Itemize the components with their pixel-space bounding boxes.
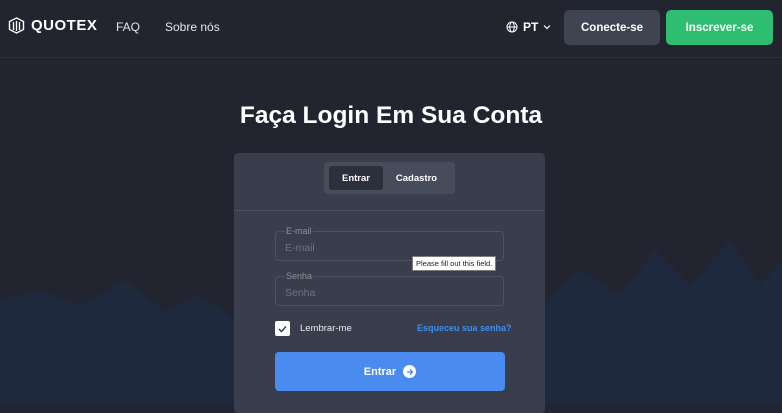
language-selector[interactable]: PT bbox=[506, 20, 551, 34]
logo-text: QUOTEX bbox=[31, 17, 98, 34]
signup-button[interactable]: Inscrever-se bbox=[666, 10, 773, 45]
login-button[interactable]: Entrar bbox=[275, 352, 505, 391]
tab-register[interactable]: Cadastro bbox=[385, 166, 448, 190]
nav-faq[interactable]: FAQ bbox=[116, 20, 140, 34]
arrow-right-icon bbox=[403, 365, 417, 378]
connect-button[interactable]: Conecte-se bbox=[564, 10, 660, 45]
remember-checkbox[interactable] bbox=[275, 321, 290, 336]
logo[interactable]: QUOTEX bbox=[8, 17, 97, 34]
validation-tooltip: Please fill out this field. bbox=[412, 256, 497, 271]
top-header: QUOTEX FAQ Sobre nós PT Conecte-se Inscr… bbox=[0, 0, 782, 58]
tab-login[interactable]: Entrar bbox=[329, 166, 383, 190]
page-title: Faça Login Em Sua Conta bbox=[239, 102, 543, 129]
remember-label: Lembrar-me bbox=[300, 323, 352, 334]
remember-me: Lembrar-me bbox=[275, 321, 352, 336]
password-input[interactable] bbox=[276, 277, 503, 305]
auth-tabs: Entrar Cadastro bbox=[324, 162, 455, 194]
login-card: Entrar Cadastro E-mail Senha Lembrar-me … bbox=[234, 153, 545, 413]
chevron-down-icon bbox=[543, 25, 551, 30]
card-header: Entrar Cadastro bbox=[234, 153, 545, 211]
login-button-label: Entrar bbox=[363, 365, 397, 378]
logo-icon bbox=[8, 17, 25, 34]
language-label: PT bbox=[523, 20, 539, 34]
forgot-password-link[interactable]: Esqueceu sua senha? bbox=[417, 323, 512, 333]
checkmark-icon bbox=[278, 325, 287, 333]
password-field[interactable]: Senha bbox=[275, 271, 504, 306]
globe-icon bbox=[506, 21, 518, 33]
nav-about[interactable]: Sobre nós bbox=[165, 20, 220, 34]
